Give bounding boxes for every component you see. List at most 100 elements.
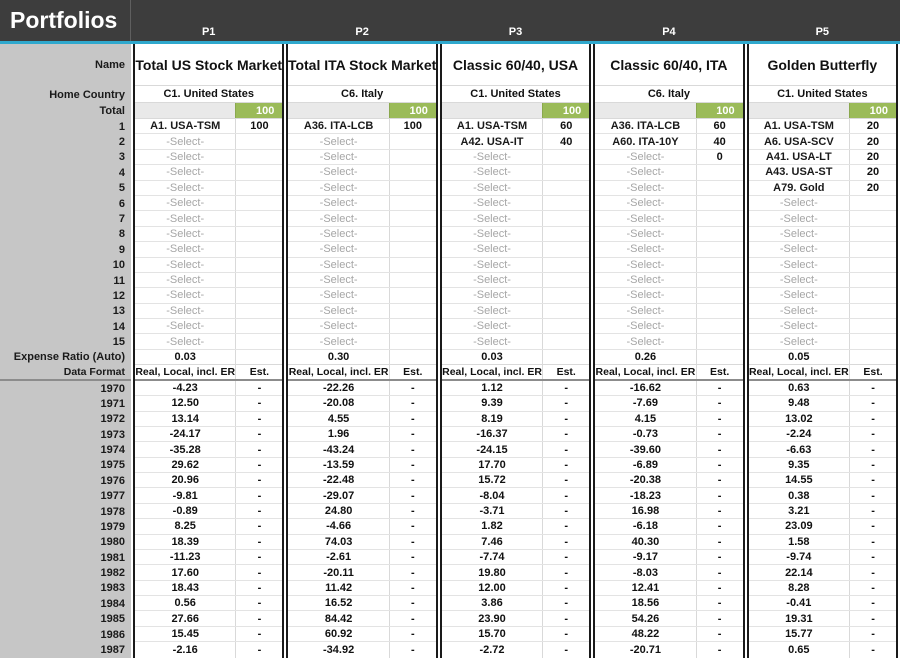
asset-select-cell[interactable]: -Select- (288, 304, 388, 318)
asset-select-cell[interactable]: -Select- (749, 227, 849, 241)
asset-select-cell[interactable]: -Select- (135, 242, 235, 256)
asset-select-cell[interactable]: -Select- (135, 196, 235, 210)
asset-weight-cell[interactable] (388, 226, 436, 242)
asset-weight-cell[interactable] (542, 334, 589, 349)
asset-select-cell[interactable]: -Select- (442, 319, 542, 333)
asset-weight-cell[interactable] (695, 303, 743, 319)
asset-weight-cell[interactable] (388, 303, 436, 319)
asset-weight-cell[interactable] (542, 257, 589, 272)
asset-weight-cell[interactable] (235, 257, 282, 272)
asset-weight-cell[interactable]: 60 (542, 119, 589, 134)
asset-select-cell[interactable]: -Select- (288, 165, 388, 179)
asset-weight-cell[interactable] (388, 134, 436, 149)
asset-weight-cell[interactable] (849, 272, 896, 288)
asset-weight-cell[interactable] (542, 319, 589, 334)
asset-weight-cell[interactable] (542, 149, 589, 165)
asset-weight-cell[interactable]: 20 (849, 134, 896, 149)
asset-weight-cell[interactable]: 100 (388, 119, 436, 134)
asset-weight-cell[interactable] (849, 288, 896, 303)
asset-select-cell[interactable]: A60. ITA-10Y (595, 134, 695, 148)
asset-weight-cell[interactable] (542, 242, 589, 257)
asset-select-cell[interactable]: A41. USA-LT (749, 150, 849, 164)
asset-weight-cell[interactable] (388, 180, 436, 195)
asset-select-cell[interactable]: -Select- (442, 258, 542, 272)
asset-select-cell[interactable]: -Select- (288, 211, 388, 225)
asset-select-cell[interactable]: A1. USA-TSM (442, 119, 542, 133)
asset-select-cell[interactable]: -Select- (595, 181, 695, 195)
asset-weight-cell[interactable] (235, 195, 282, 211)
asset-weight-cell[interactable]: 0 (695, 149, 743, 165)
asset-weight-cell[interactable] (235, 226, 282, 242)
asset-weight-cell[interactable] (388, 165, 436, 180)
asset-weight-cell[interactable]: 20 (849, 180, 896, 195)
asset-select-cell[interactable]: A1. USA-TSM (135, 119, 235, 133)
asset-weight-cell[interactable] (542, 288, 589, 303)
asset-select-cell[interactable]: -Select- (442, 288, 542, 302)
asset-weight-cell[interactable] (235, 149, 282, 165)
asset-weight-cell[interactable] (542, 303, 589, 319)
asset-weight-cell[interactable] (695, 272, 743, 288)
asset-weight-cell[interactable] (235, 211, 282, 226)
data-format-cell[interactable]: Real, Local, incl. ER (749, 365, 849, 379)
asset-select-cell[interactable]: -Select- (135, 288, 235, 302)
asset-select-cell[interactable]: -Select- (442, 211, 542, 225)
asset-select-cell[interactable]: -Select- (595, 334, 695, 348)
asset-select-cell[interactable]: -Select- (288, 319, 388, 333)
asset-select-cell[interactable]: -Select- (288, 334, 388, 348)
asset-weight-cell[interactable] (849, 257, 896, 272)
asset-weight-cell[interactable] (388, 334, 436, 349)
asset-weight-cell[interactable] (235, 272, 282, 288)
asset-weight-cell[interactable] (542, 272, 589, 288)
asset-weight-cell[interactable] (849, 303, 896, 319)
asset-select-cell[interactable]: -Select- (135, 334, 235, 348)
asset-weight-cell[interactable] (849, 195, 896, 211)
asset-select-cell[interactable]: -Select- (595, 273, 695, 287)
asset-select-cell[interactable]: -Select- (595, 211, 695, 225)
home-country-cell[interactable]: C6. Italy (595, 86, 742, 102)
asset-weight-cell[interactable] (695, 319, 743, 334)
asset-select-cell[interactable]: -Select- (135, 150, 235, 164)
asset-weight-cell[interactable] (388, 257, 436, 272)
home-country-cell[interactable]: C1. United States (442, 86, 589, 102)
asset-weight-cell[interactable] (235, 319, 282, 334)
asset-weight-cell[interactable]: 40 (695, 134, 743, 149)
asset-select-cell[interactable]: -Select- (135, 227, 235, 241)
asset-weight-cell[interactable]: 100 (235, 119, 282, 134)
asset-select-cell[interactable]: -Select- (749, 319, 849, 333)
portfolio-name-cell[interactable]: Total US Stock Market (135, 44, 282, 85)
asset-weight-cell[interactable] (235, 334, 282, 349)
asset-select-cell[interactable]: -Select- (288, 181, 388, 195)
asset-weight-cell[interactable] (695, 334, 743, 349)
asset-weight-cell[interactable] (695, 242, 743, 257)
asset-weight-cell[interactable] (388, 242, 436, 257)
asset-select-cell[interactable]: -Select- (135, 258, 235, 272)
asset-select-cell[interactable]: -Select- (288, 227, 388, 241)
asset-select-cell[interactable]: -Select- (595, 196, 695, 210)
asset-select-cell[interactable]: -Select- (135, 134, 235, 148)
asset-select-cell[interactable]: -Select- (442, 150, 542, 164)
data-format-cell[interactable]: Real, Local, incl. ER (288, 365, 389, 379)
asset-select-cell[interactable]: A36. ITA-LCB (595, 119, 695, 133)
asset-select-cell[interactable]: -Select- (442, 242, 542, 256)
asset-select-cell[interactable]: -Select- (135, 319, 235, 333)
asset-weight-cell[interactable] (542, 211, 589, 226)
asset-weight-cell[interactable] (388, 195, 436, 211)
asset-weight-cell[interactable]: 40 (542, 134, 589, 149)
asset-weight-cell[interactable] (235, 165, 282, 180)
asset-select-cell[interactable]: -Select- (288, 273, 388, 287)
asset-select-cell[interactable]: A6. USA-SCV (749, 134, 849, 148)
asset-select-cell[interactable]: -Select- (749, 242, 849, 256)
asset-select-cell[interactable]: -Select- (595, 319, 695, 333)
data-format-cell[interactable]: Real, Local, incl. ER (135, 365, 235, 379)
asset-select-cell[interactable]: -Select- (749, 258, 849, 272)
asset-weight-cell[interactable] (542, 180, 589, 195)
asset-select-cell[interactable]: -Select- (749, 288, 849, 302)
asset-select-cell[interactable]: A43. USA-ST (749, 165, 849, 179)
asset-select-cell[interactable]: -Select- (595, 288, 695, 302)
portfolio-name-cell[interactable]: Classic 60/40, ITA (595, 44, 742, 85)
asset-weight-cell[interactable] (695, 226, 743, 242)
asset-weight-cell[interactable] (235, 134, 282, 149)
asset-select-cell[interactable]: -Select- (749, 304, 849, 318)
asset-weight-cell[interactable] (235, 288, 282, 303)
asset-select-cell[interactable]: -Select- (595, 258, 695, 272)
